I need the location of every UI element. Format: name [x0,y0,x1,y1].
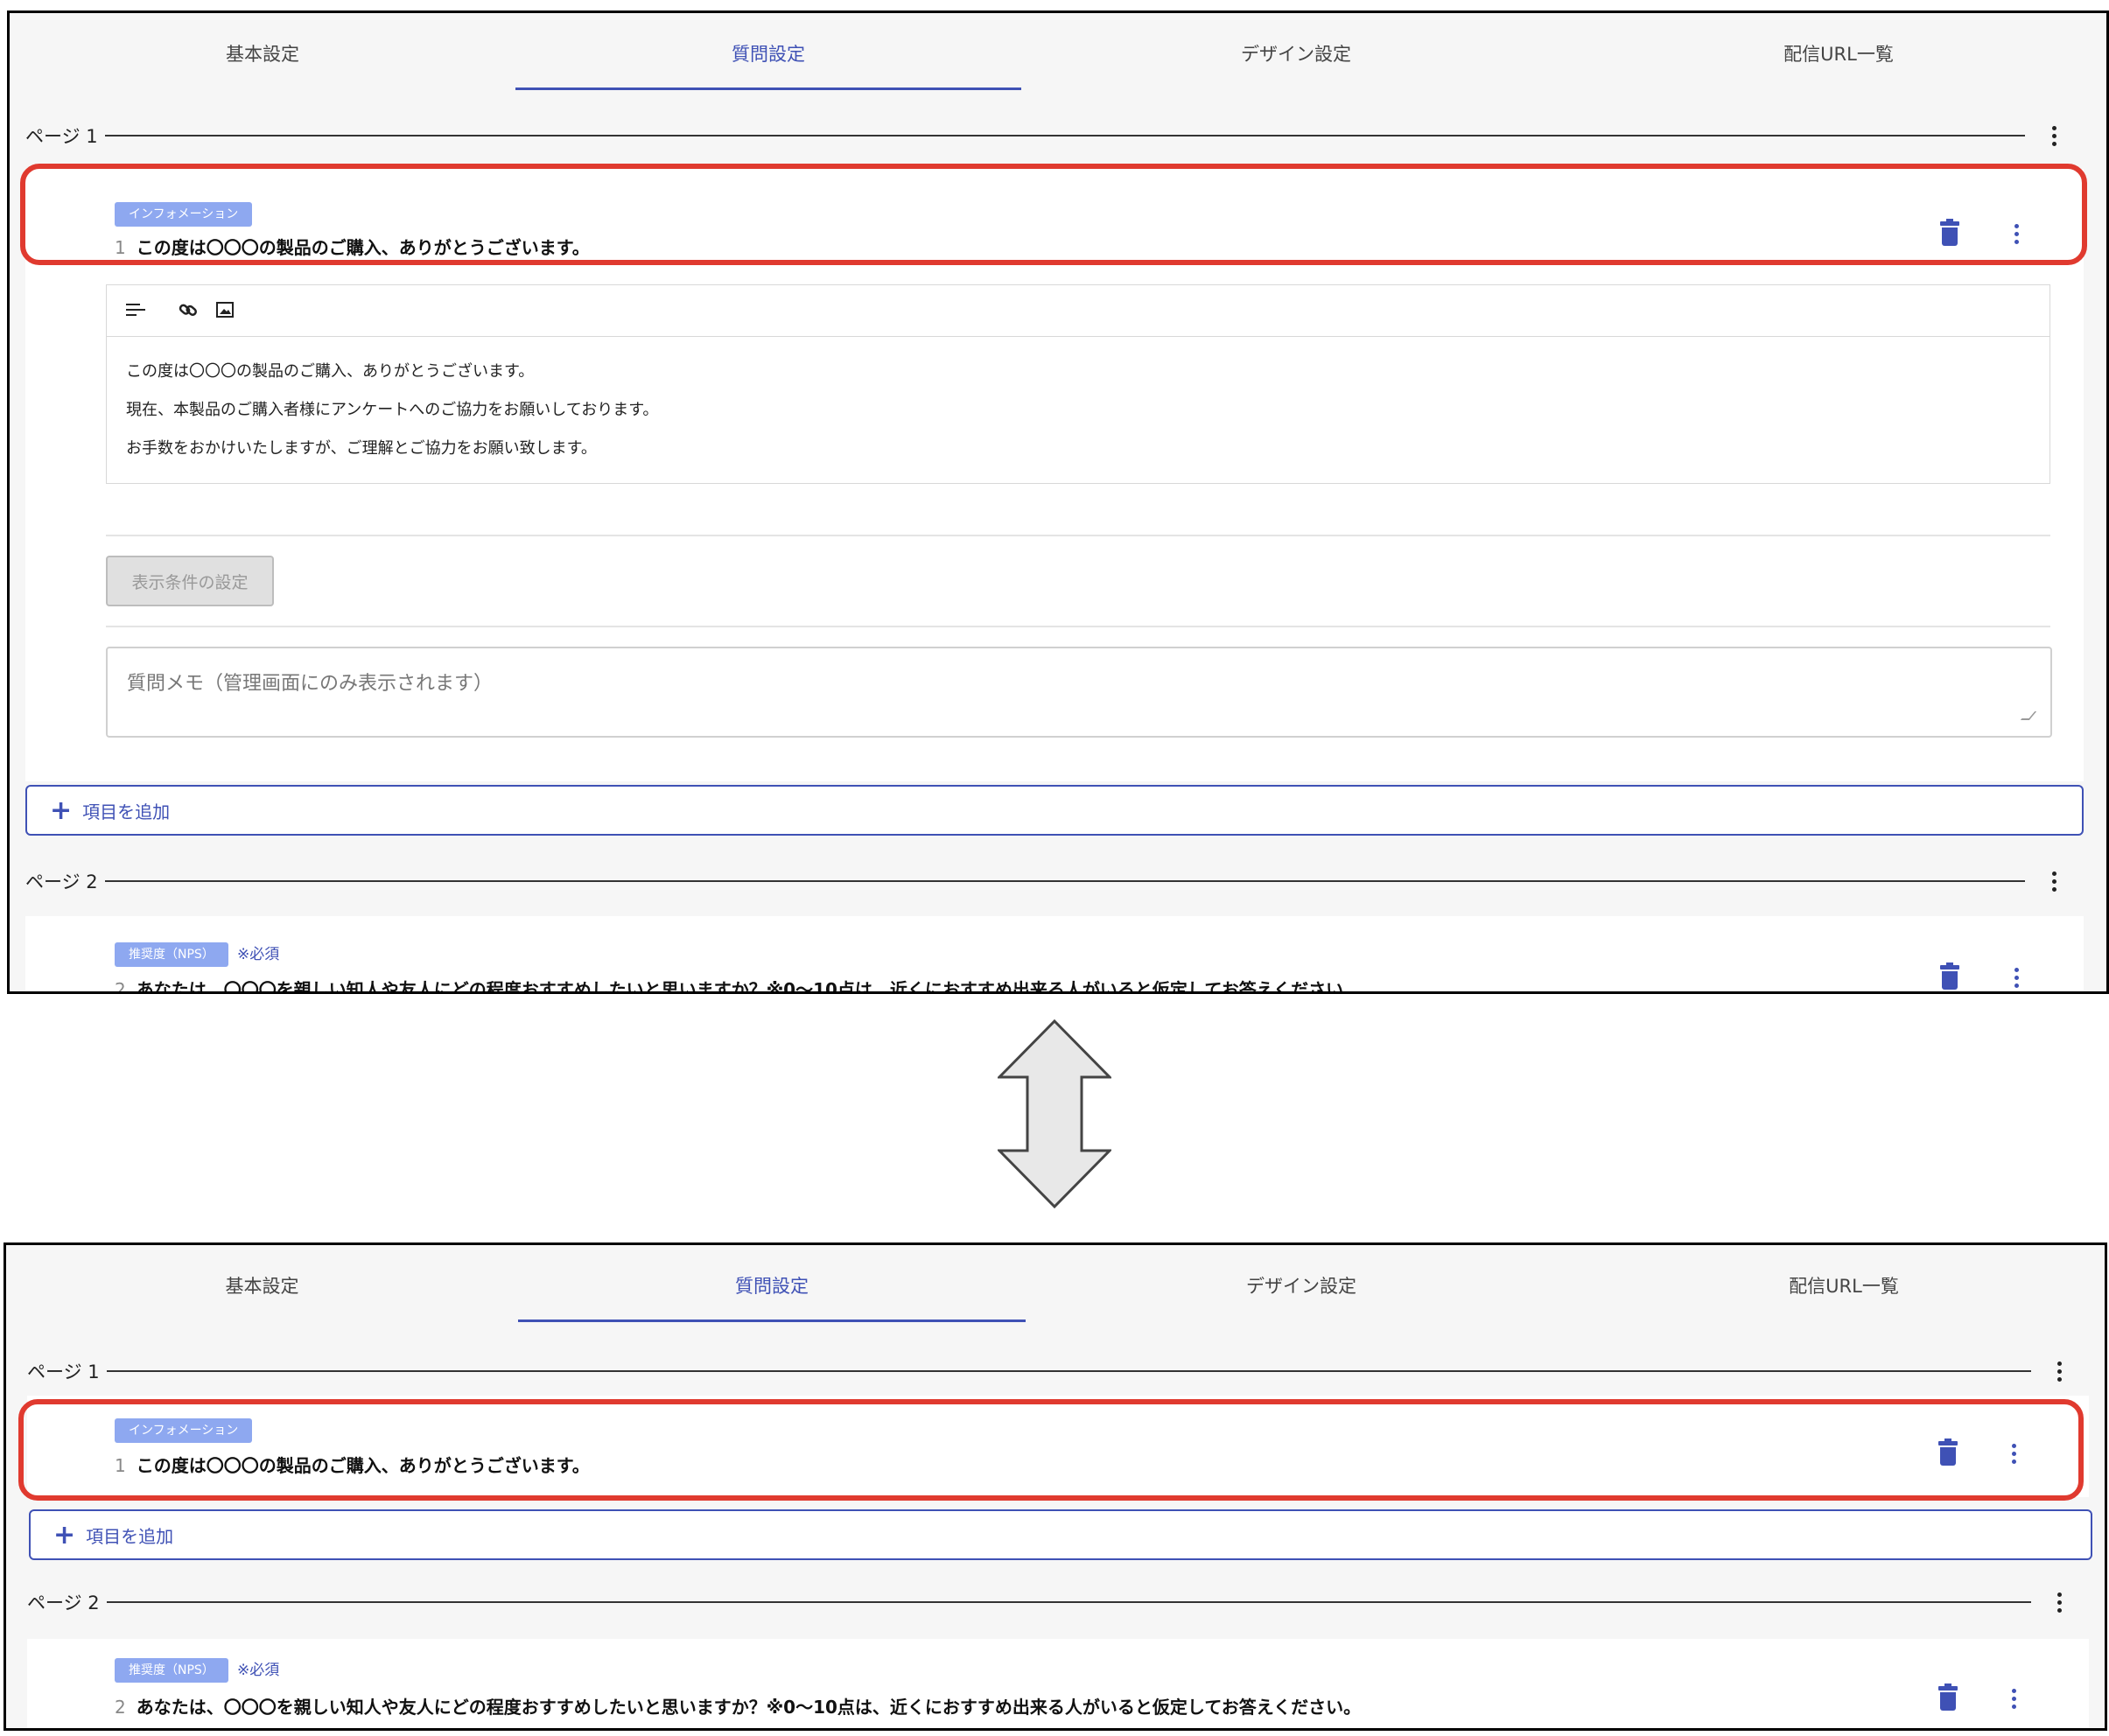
question-title[interactable]: 2 あなたは、〇〇〇を親しい知人や友人にどの程度おすすめしたいと思いますか？※0〜… [115,976,1362,994]
add-item-button[interactable]: + 項目を追加 [29,1509,2092,1560]
align-icon[interactable] [126,300,145,323]
active-tab-indicator [515,88,1021,90]
highlight-box [20,164,2087,265]
question-card-2: 推奨度（NPS） ※必須 2 あなたは、〇〇〇を親しい知人や友人にどの程度おすすめ… [27,1639,2089,1728]
image-icon[interactable] [215,300,235,323]
required-label: ※必須 [237,1662,280,1679]
question-number: 2 [115,1697,126,1718]
tab-design-settings[interactable]: デザイン設定 [1065,1245,1538,1326]
page-label: ページ 2 [25,872,98,892]
page-divider [106,1601,2031,1603]
tab-question-settings[interactable]: 質問設定 [518,1245,1026,1326]
trash-icon[interactable] [1940,962,1959,990]
section-divider [106,535,2050,536]
tab-distribution-urls[interactable]: 配信URL一覧 [1599,1245,2089,1326]
question-text: あなたは、〇〇〇を親しい知人や友人にどの程度おすすめしたいと思いますか？※0〜1… [136,1697,1362,1718]
trash-icon[interactable] [1938,1684,1958,1711]
memo-placeholder: 質問メモ（管理画面にのみ表示されます） [127,673,494,695]
add-item-button[interactable]: + 項目を追加 [25,785,2084,836]
page-label: ページ 1 [27,1362,100,1382]
tab-distribution-urls[interactable]: 配信URL一覧 [1594,13,2084,94]
tab-label: 質問設定 [732,44,805,65]
link-icon[interactable] [179,300,198,323]
editor-content[interactable]: この度は〇〇〇の製品のご購入、ありがとうございます。 現在、本製品のご購入者様に… [107,337,2049,484]
add-item-label: 項目を追加 [86,1525,174,1547]
section-divider [106,626,2050,627]
plus-icon: + [50,794,73,826]
page-1-more-vert-icon[interactable] [2042,1354,2077,1389]
editor-line: お手数をおかけいたしますが、ご理解とご協力をお願い致します。 [126,439,597,458]
active-tab-indicator [518,1320,1026,1322]
page-2-more-vert-icon[interactable] [2036,864,2071,899]
double-arrow-icon [998,1019,1111,1208]
page-1-more-vert-icon[interactable] [2036,118,2071,153]
question-more-vert-icon[interactable] [1999,960,2034,991]
editor-line: この度は〇〇〇の製品のご購入、ありがとうございます。 [126,362,535,381]
question-more-vert-icon[interactable] [1996,1681,2031,1716]
screenshot-collapsed: 基本設定 質問設定 デザイン設定 配信URL一覧 ページ 1 インフォメーション… [4,1242,2107,1731]
question-title[interactable]: 2 あなたは、〇〇〇を親しい知人や友人にどの程度おすすめしたいと思いますか？※0〜… [115,1693,1361,1718]
question-type-badge: 推奨度（NPS） [115,942,228,967]
page-1-header: ページ 1 [27,1354,2031,1389]
resize-handle-icon[interactable] [2020,711,2037,720]
question-number: 2 [115,979,126,994]
required-label: ※必須 [237,946,280,963]
page-2-more-vert-icon[interactable] [2042,1585,2077,1620]
question-card-2: 推奨度（NPS） ※必須 2 あなたは、〇〇〇を親しい知人や友人にどの程度おすすめ… [25,916,2084,994]
page-2-header: ページ 2 [25,864,2025,899]
tab-basic-settings[interactable]: 基本設定 [6,1245,518,1326]
tab-design-settings[interactable]: デザイン設定 [1060,13,1532,94]
page-2-header: ページ 2 [27,1585,2031,1620]
page-divider [104,135,2025,136]
page-1-header: ページ 1 [25,118,2025,153]
highlight-box [18,1399,2084,1501]
page-label: ページ 1 [25,126,98,147]
page-divider [106,1370,2031,1372]
page-divider [104,880,2025,882]
tab-basic-settings[interactable]: 基本設定 [10,13,515,94]
plus-icon: + [53,1519,76,1550]
screenshot-expanded: 基本設定 質問設定 デザイン設定 配信URL一覧 ページ 1 インフォメーション… [7,10,2109,994]
tab-bar: 基本設定 質問設定 デザイン設定 配信URL一覧 [6,1245,2105,1326]
add-item-label: 項目を追加 [82,801,171,822]
page-label: ページ 2 [27,1592,100,1614]
question-text: あなたは、〇〇〇を親しい知人や友人にどの程度おすすめしたいと思いますか？※0〜1… [136,979,1362,994]
editor-line: 現在、本製品のご購入者様にアンケートへのご協力をお願いしております。 [126,401,659,419]
question-type-badge: 推奨度（NPS） [115,1658,228,1683]
display-condition-button[interactable]: 表示条件の設定 [106,556,274,606]
question-memo-textarea[interactable]: 質問メモ（管理画面にのみ表示されます） [106,647,2052,738]
tab-question-settings[interactable]: 質問設定 [515,13,1021,94]
rich-text-editor[interactable]: この度は〇〇〇の製品のご購入、ありがとうございます。 現在、本製品のご購入者様に… [106,284,2050,484]
tab-bar: 基本設定 質問設定 デザイン設定 配信URL一覧 [10,13,2106,94]
tab-label: 質問設定 [735,1276,809,1297]
editor-toolbar [107,285,2049,337]
